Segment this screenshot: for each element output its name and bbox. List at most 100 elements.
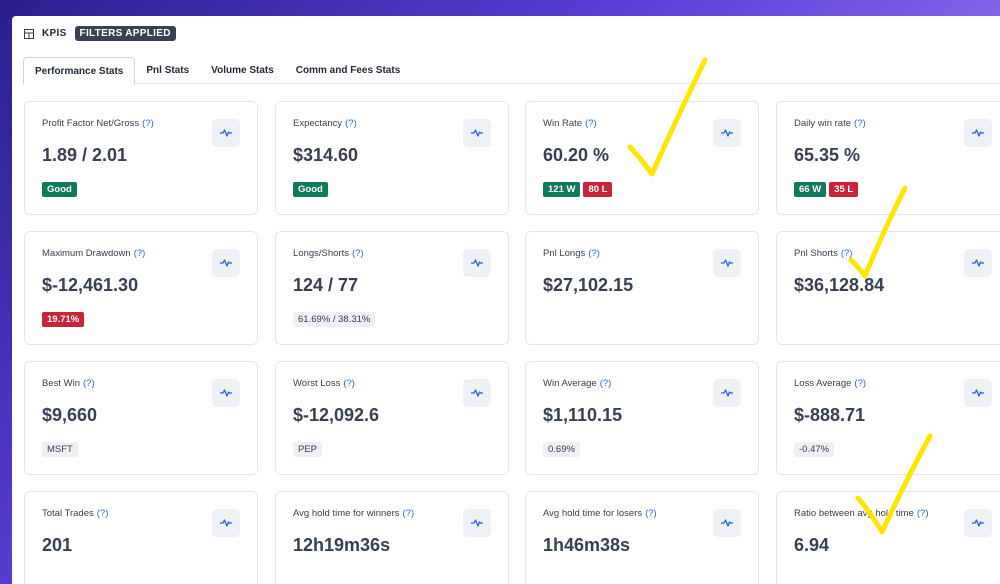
kpi-value: 60.20 % bbox=[543, 145, 610, 165]
chart-button[interactable] bbox=[463, 249, 491, 277]
kpi-card-profit-factor-net-gross: Profit Factor Net/Gross (?) 1.89 / 2.01 Goo… bbox=[24, 101, 258, 215]
activity-icon bbox=[220, 389, 232, 397]
kpi-card-avg-hold-time-for-winners: Avg hold time for winners (?) 12h19m36s bbox=[275, 491, 509, 584]
kpi-tag: 35 L bbox=[829, 182, 859, 197]
help-link[interactable]: (?) bbox=[403, 508, 415, 519]
tab-pnl-stats[interactable]: Pnl Stats bbox=[135, 57, 200, 84]
kpi-label-text: Maximum Drawdown bbox=[42, 248, 131, 259]
kpi-tag: 121 W bbox=[543, 182, 581, 197]
kpi-value: $-12,461.30 bbox=[42, 275, 139, 295]
stats-tabs: Performance Stats Pnl Stats Volume Stats… bbox=[23, 57, 1000, 85]
help-link[interactable]: (?) bbox=[585, 118, 597, 129]
chart-button[interactable] bbox=[212, 119, 240, 147]
kpi-card-daily-win-rate: Daily win rate (?) 65.35 % 66 W 35 L bbox=[776, 101, 1000, 215]
kpi-label-text: Loss Average bbox=[794, 378, 852, 389]
activity-icon bbox=[972, 519, 984, 527]
tab-performance-stats[interactable]: Performance Stats bbox=[23, 57, 136, 85]
kpi-label-text: Longs/Shorts bbox=[293, 248, 349, 259]
kpi-label: Pnl Longs (?) bbox=[543, 248, 600, 259]
kpi-tags: Good bbox=[42, 182, 77, 197]
help-link[interactable]: (?) bbox=[645, 508, 657, 519]
table-icon bbox=[24, 28, 34, 39]
kpi-label: Daily win rate (?) bbox=[794, 118, 866, 129]
kpi-tags: 19.71% bbox=[42, 312, 85, 327]
chart-button[interactable] bbox=[212, 249, 240, 277]
kpi-tag: 66 W bbox=[794, 182, 827, 197]
kpi-card-maximum-drawdown: Maximum Drawdown (?) $-12,461.30 19.71% bbox=[24, 231, 258, 345]
kpi-label: Loss Average (?) bbox=[794, 378, 866, 389]
help-link[interactable]: (?) bbox=[352, 248, 364, 259]
chart-button[interactable] bbox=[964, 119, 992, 147]
help-link[interactable]: (?) bbox=[142, 118, 154, 129]
activity-icon bbox=[721, 129, 733, 137]
chart-button[interactable] bbox=[212, 379, 240, 407]
kpi-value: $36,128.84 bbox=[794, 275, 885, 295]
kpi-label-text: Daily win rate bbox=[794, 118, 852, 129]
chart-button[interactable] bbox=[964, 379, 992, 407]
activity-icon bbox=[471, 519, 483, 527]
chart-button[interactable] bbox=[212, 509, 240, 537]
kpi-value: 12h19m36s bbox=[293, 535, 391, 555]
chart-button[interactable] bbox=[463, 119, 491, 147]
kpi-label: Win Rate (?) bbox=[543, 118, 597, 129]
kpi-card-total-trades: Total Trades (?) 201 bbox=[24, 491, 258, 584]
activity-icon bbox=[471, 259, 483, 267]
kpi-label-text: Worst Loss bbox=[293, 378, 341, 389]
kpi-label: Total Trades (?) bbox=[42, 508, 108, 519]
kpis-title: KPIS bbox=[42, 28, 67, 39]
chart-button[interactable] bbox=[463, 509, 491, 537]
kpi-label-text: Win Average bbox=[543, 378, 597, 389]
kpi-card-avg-hold-time-for-losers: Avg hold time for losers (?) 1h46m38s bbox=[525, 491, 759, 584]
help-link[interactable]: (?) bbox=[600, 378, 612, 389]
kpi-label: Best Win (?) bbox=[42, 378, 95, 389]
kpi-label-text: Best Win bbox=[42, 378, 81, 389]
chart-button[interactable] bbox=[713, 249, 741, 277]
help-link[interactable]: (?) bbox=[854, 378, 866, 389]
kpi-tag: 19.71% bbox=[42, 312, 85, 327]
help-link[interactable]: (?) bbox=[343, 378, 355, 389]
kpi-tags: 61.69% / 38.31% bbox=[293, 312, 376, 327]
kpi-value: 65.35 % bbox=[794, 145, 861, 165]
activity-icon bbox=[471, 389, 483, 397]
kpi-label: Profit Factor Net/Gross (?) bbox=[42, 118, 154, 129]
tab-comm-and-fees-stats[interactable]: Comm and Fees Stats bbox=[285, 57, 411, 84]
kpi-value: 6.94 bbox=[794, 535, 830, 555]
chart-button[interactable] bbox=[964, 249, 992, 277]
kpi-value: $314.60 bbox=[293, 145, 359, 165]
kpi-label: Avg hold time for losers (?) bbox=[543, 508, 657, 519]
kpi-label-text: Total Trades bbox=[42, 508, 94, 519]
kpi-label-text: Profit Factor Net/Gross bbox=[42, 118, 140, 129]
kpi-tag: -0.47% bbox=[794, 442, 835, 457]
chart-button[interactable] bbox=[713, 379, 741, 407]
chart-button[interactable] bbox=[964, 509, 992, 537]
help-link[interactable]: (?) bbox=[588, 248, 600, 259]
kpi-tag: 61.69% / 38.31% bbox=[293, 312, 376, 327]
kpi-tag: Good bbox=[293, 182, 328, 197]
tab-volume-stats[interactable]: Volume Stats bbox=[200, 57, 285, 84]
kpi-label: Win Average (?) bbox=[543, 378, 611, 389]
activity-icon bbox=[220, 259, 232, 267]
help-link[interactable]: (?) bbox=[345, 118, 357, 129]
kpi-label-text: Pnl Longs bbox=[543, 248, 586, 259]
kpi-label: Longs/Shorts (?) bbox=[293, 248, 364, 259]
help-link[interactable]: (?) bbox=[841, 248, 853, 259]
kpi-tag: 80 L bbox=[583, 182, 613, 197]
kpi-value: $-12,092.6 bbox=[293, 405, 380, 425]
chart-button[interactable] bbox=[713, 119, 741, 147]
filters-applied-badge: FILTERS APPLIED bbox=[74, 26, 176, 41]
kpi-card-pnl-longs: Pnl Longs (?) $27,102.15 bbox=[525, 231, 759, 345]
activity-icon bbox=[220, 129, 232, 137]
kpi-value: $1,110.15 bbox=[543, 405, 623, 425]
activity-icon bbox=[721, 519, 733, 527]
kpi-tag: Good bbox=[42, 182, 77, 197]
chart-button[interactable] bbox=[463, 379, 491, 407]
help-link[interactable]: (?) bbox=[134, 248, 146, 259]
help-link[interactable]: (?) bbox=[83, 378, 95, 389]
kpi-label-text: Expectancy bbox=[293, 118, 343, 129]
help-link[interactable]: (?) bbox=[917, 508, 929, 519]
help-link[interactable]: (?) bbox=[854, 118, 866, 129]
chart-button[interactable] bbox=[713, 509, 741, 537]
kpi-card-loss-average: Loss Average (?) $-888.71 -0.47% bbox=[776, 361, 1000, 475]
help-link[interactable]: (?) bbox=[97, 508, 109, 519]
kpi-value: 1.89 / 2.01 bbox=[42, 145, 128, 165]
